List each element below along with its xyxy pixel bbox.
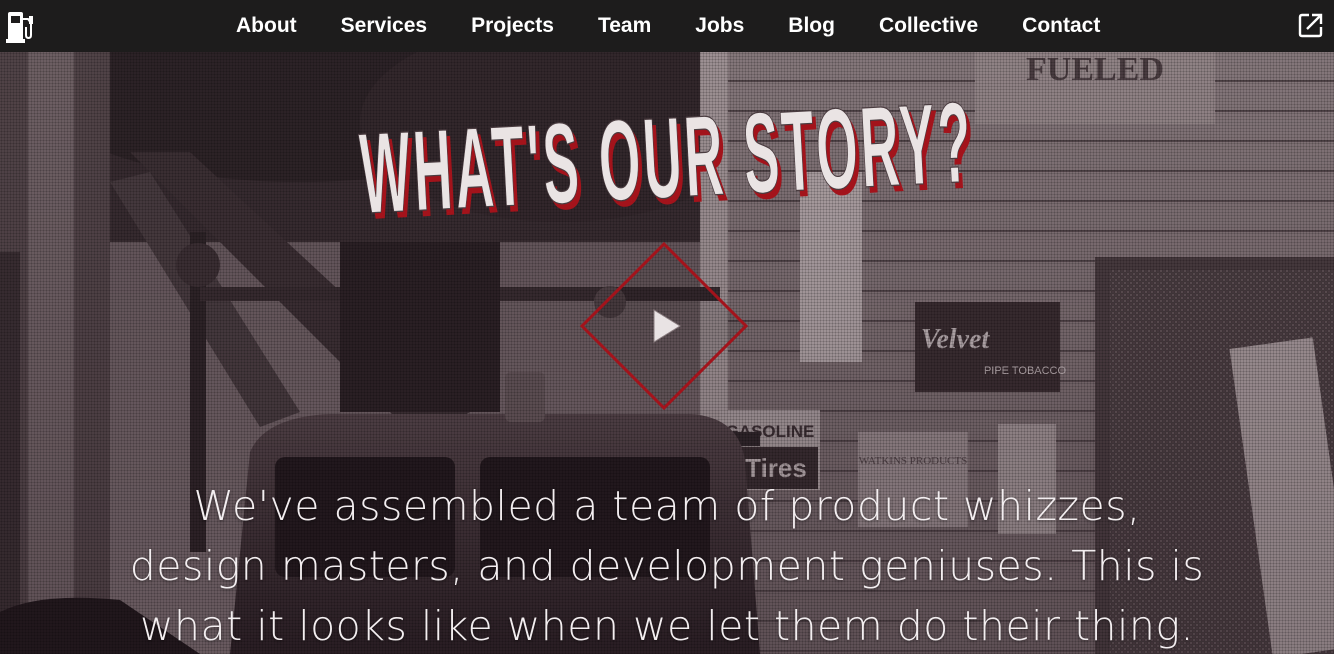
hero-description: We've assembled a team of product whizze… <box>120 476 1214 654</box>
nav-link-about[interactable]: About <box>214 0 319 52</box>
hero-title: WHAT'S OUR STORY? WHAT'S OUR STORY? <box>357 80 981 240</box>
nav-link-collective[interactable]: Collective <box>857 0 1000 52</box>
top-navbar: About Services Projects Team Jobs Blog C… <box>0 0 1334 52</box>
pipe-tobacco-sign: PIPE TOBACCO <box>984 365 1067 377</box>
nav-link-services[interactable]: Services <box>319 0 449 52</box>
watkins-sign: WATKINS PRODUCTS <box>859 455 968 467</box>
page: About Services Projects Team Jobs Blog C… <box>0 0 1334 654</box>
hero-description-line-3: what it looks like when we let them do t… <box>139 602 1195 650</box>
play-video-button[interactable] <box>580 242 748 410</box>
external-link-icon[interactable] <box>1298 12 1324 38</box>
nav-link-team[interactable]: Team <box>576 0 673 52</box>
nav-link-jobs[interactable]: Jobs <box>673 0 766 52</box>
gas-pump-icon[interactable] <box>6 9 36 43</box>
hero-section: FUELED Velvet PIPE TOBACCO GASOLINE Tire… <box>0 52 1334 654</box>
nav-link-projects[interactable]: Projects <box>449 0 576 52</box>
main-nav: About Services Projects Team Jobs Blog C… <box>214 0 1122 52</box>
hero-description-line-1: We've assembled a team of product whizze… <box>193 482 1141 530</box>
nav-link-blog[interactable]: Blog <box>766 0 857 52</box>
hero-description-line-2: design masters, and development geniuses… <box>129 542 1205 590</box>
nav-link-contact[interactable]: Contact <box>1000 0 1122 52</box>
velvet-sign: Velvet <box>921 324 991 355</box>
